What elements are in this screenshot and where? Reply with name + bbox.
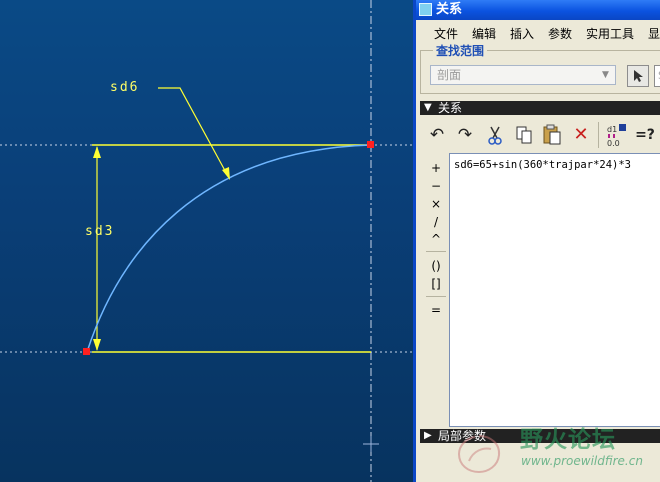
operator-divide-button[interactable]: / [425,214,447,230]
local-params-section-label: 局部参数 [438,429,487,443]
sd6-leader-line [158,87,230,179]
sd6-leader-arrow [222,167,230,180]
dialog-title: 关系 [436,2,463,17]
local-params-section-header[interactable]: ▶ 局部参数 [420,429,660,443]
operator-multiply-button[interactable]: × [425,196,447,212]
operator-column: + − × / ^ () [] = [425,155,449,425]
operator-separator [426,251,446,252]
search-scope-legend: 查找范围 [433,42,488,59]
operator-equals-button[interactable]: = [425,302,447,318]
start-point[interactable] [83,348,90,355]
menu-utilities[interactable]: 实用工具 [586,25,634,42]
relations-section-header[interactable]: ▼ 关系 [420,101,660,115]
menu-file[interactable]: 文件 [434,25,458,42]
relations-toolbar: ↶ ↷ ✕ d1 0.0 =? [420,118,660,152]
menu-edit[interactable]: 编辑 [472,25,496,42]
collapse-triangle-icon[interactable]: ▼ [424,101,432,115]
relation-text[interactable]: sd6=65+sin(360*trajpar*24)*3 [454,159,631,171]
svg-text:0.0: 0.0 [607,139,620,147]
sd3-dimension-label[interactable]: sd3 [85,224,114,239]
sd3-bottom-arrow [93,339,101,351]
sd6-dimension-label[interactable]: sd6 [110,80,139,95]
operator-separator [426,296,446,297]
operator-minus-button[interactable]: − [425,178,447,194]
undo-icon[interactable]: ↶ [425,123,449,147]
evaluate-button[interactable]: =? [633,123,657,147]
operator-plus-button[interactable]: + [425,160,447,176]
expand-triangle-icon[interactable]: ▶ [424,429,432,443]
chevron-down-icon[interactable]: ▼ [599,67,612,83]
scope-select-value: 剖面 [437,68,462,82]
pick-button[interactable] [627,65,649,87]
svg-text:d1: d1 [607,125,617,134]
copy-icon[interactable] [512,123,536,147]
pick-field[interactable]: S [654,65,660,87]
menu-bar: 文件 编辑 插入 参数 实用工具 显 [416,22,660,42]
sketch-geometry [0,0,413,482]
delete-icon[interactable]: ✕ [569,123,593,147]
cursor-arrow-icon [634,70,643,82]
sd3-top-arrow [93,146,101,158]
menu-parameters[interactable]: 参数 [548,25,572,42]
menu-display[interactable]: 显 [648,25,660,42]
operator-parentheses-button[interactable]: () [425,258,447,274]
relations-section-label: 关系 [438,101,463,115]
relations-dialog: 关系 文件 编辑 插入 参数 实用工具 显 查找范围 剖面 ▼ S ▼ 关系 ↶… [413,0,660,482]
dialog-titlebar[interactable]: 关系 [416,0,660,20]
end-point[interactable] [367,141,374,148]
app-icon [419,3,432,16]
redo-icon[interactable]: ↷ [453,123,477,147]
paste-icon[interactable] [540,123,564,147]
scope-select[interactable]: 剖面 ▼ [430,65,616,85]
search-scope-group: 查找范围 剖面 ▼ S [420,42,660,94]
relations-editor[interactable]: sd6=65+sin(360*trajpar*24)*3 [449,153,660,427]
sketch-canvas[interactable]: sd6 sd3 [0,0,413,482]
cut-icon[interactable] [483,123,507,147]
switch-dimensions-icon[interactable]: d1 0.0 [604,123,628,148]
menu-insert[interactable]: 插入 [510,25,534,42]
toolbar-separator [598,122,599,148]
operator-brackets-button[interactable]: [] [425,276,447,292]
operator-power-button[interactable]: ^ [425,231,447,247]
